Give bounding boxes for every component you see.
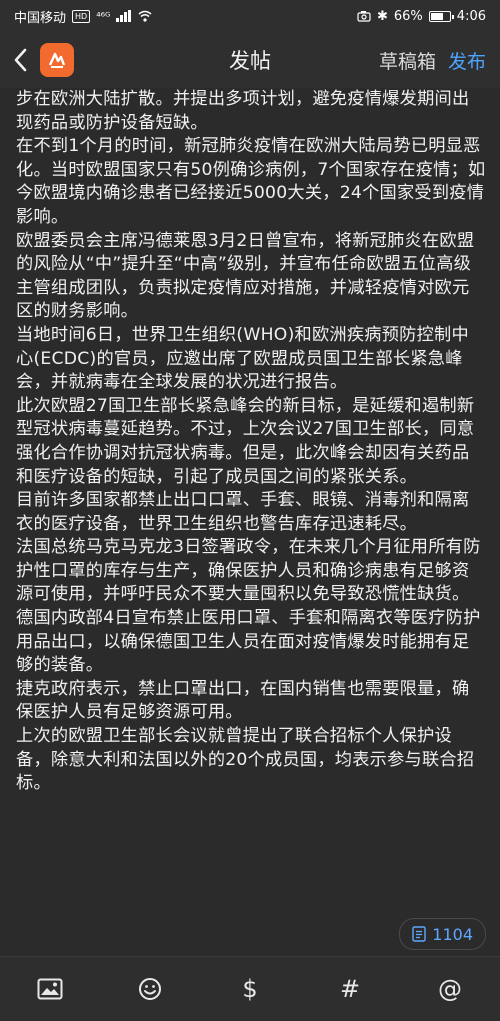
status-right: ✱ 66% 4:06 <box>357 9 486 24</box>
paragraph: 欧盟委员会主席冯德莱恩3月2日曾宣布，将新冠肺炎在欧盟的风险从“中”提升至“中高… <box>16 230 475 322</box>
paragraph: 法国总统马克马克龙3日签署政令，在未来几个月征用所有防护性口罩的库存与生产，确保… <box>16 537 481 605</box>
paragraph: 德国内政部4日宣布禁止医用口罩、手套和隔离衣等医疗防护用品出口，以确保德国卫生人… <box>16 608 481 676</box>
back-arrow-icon <box>14 48 27 72</box>
drafts-button[interactable]: 草稿箱 <box>379 47 436 74</box>
nav-bar: 发帖 草稿箱 发布 <box>0 32 500 88</box>
image-icon <box>37 978 63 1000</box>
clock: 4:06 <box>456 8 486 24</box>
editor-toolbar: $ # @ <box>0 956 500 1021</box>
insert-topic-button[interactable]: # <box>326 965 374 1013</box>
word-count-value: 1104 <box>432 924 473 944</box>
paragraph: 此次欧盟27国卫生部长紧急峰会的新目标，是延缓和遏制新型冠状病毒蔓延趋势。不过，… <box>16 395 475 487</box>
paragraph: 上次的欧盟卫生部长会议就曾提出了联合招标个人保护设备，除意大利和法国以外的20个… <box>16 726 475 794</box>
battery-percent: 66% <box>393 8 423 24</box>
status-bar: 中国移动 HD ⁴⁶ᴳ ✱ 66% 4:06 <box>0 0 500 32</box>
insert-image-button[interactable] <box>26 965 74 1013</box>
carrier-label: 中国移动 <box>14 10 67 26</box>
insert-stock-button[interactable]: $ <box>226 965 274 1013</box>
word-count-badge: 1104 <box>399 918 486 950</box>
document-icon <box>412 926 426 942</box>
battery-fill <box>430 12 443 20</box>
camera-icon <box>357 11 371 22</box>
dollar-icon: $ <box>242 975 258 1003</box>
paragraph: 当地时间6日，世界卫生组织(WHO)和欧洲疾病预防控制中心(ECDC)的官员，应… <box>16 324 469 393</box>
network-type: ⁴⁶ᴳ <box>96 9 111 23</box>
wifi-icon <box>138 10 152 22</box>
paragraph: 捷克政府表示，禁止口罩出口，在国内销售也需要限量，确保医护人员有足够资源可用。 <box>16 678 470 723</box>
mention-icon: @ <box>438 975 462 1003</box>
mention-user-button[interactable]: @ <box>426 965 474 1013</box>
paragraph: 在不到1个月的时间，新冠肺炎疫情在欧洲大陆局势已明显恶化。当时欧盟国家只有50例… <box>16 136 486 227</box>
back-button[interactable] <box>0 32 40 88</box>
nav-actions: 草稿箱 发布 <box>379 47 486 74</box>
hd-badge: HD <box>72 9 91 23</box>
paragraph: 步在欧洲大陆扩散。并提出多项计划，避免疫情爆发期间出现药品或防护设备短缺。 <box>16 89 470 133</box>
status-left: 中国移动 HD ⁴⁶ᴳ <box>14 7 152 26</box>
publish-button[interactable]: 发布 <box>448 47 486 74</box>
signal-icon <box>116 10 132 22</box>
bluetooth-icon: ✱ <box>376 8 388 24</box>
insert-emoji-button[interactable] <box>126 965 174 1013</box>
paragraph: 目前许多国家都禁止出口口罩、手套、眼镜、消毒剂和隔离衣的医疗设备，世界卫生组织也… <box>16 490 470 534</box>
post-body[interactable]: 步在欧洲大陆扩散。并提出多项计划，避免疫情爆发期间出现药品或防护设备短缺。 在不… <box>0 88 500 796</box>
post-editor[interactable]: 步在欧洲大陆扩散。并提出多项计划，避免疫情爆发期间出现药品或防护设备短缺。 在不… <box>0 88 500 956</box>
emoji-icon <box>139 978 161 1000</box>
hashtag-icon: # <box>339 975 361 1003</box>
app-logo-icon <box>40 43 74 77</box>
battery-icon <box>428 10 454 22</box>
